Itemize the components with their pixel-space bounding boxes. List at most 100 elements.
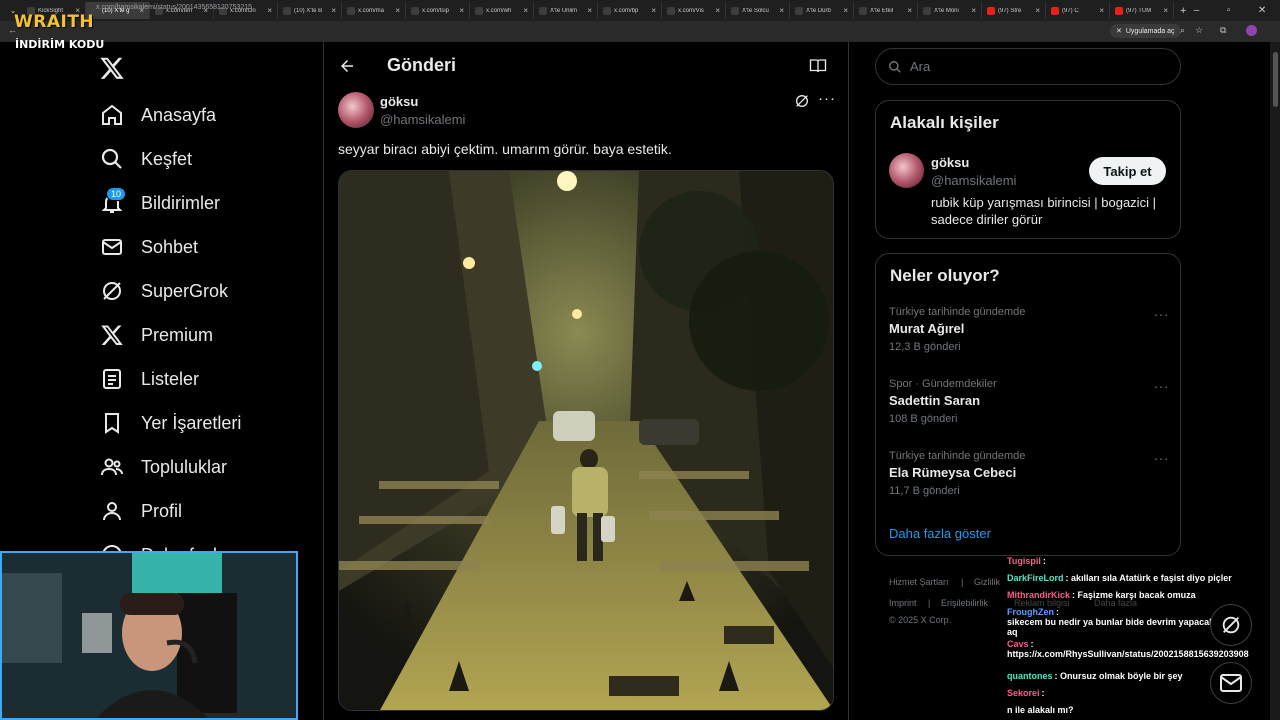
close-window-icon[interactable]: ✕ (1258, 5, 1266, 16)
chat-message: Sekorei: (1007, 688, 1045, 698)
browser-tab[interactable]: X'te Etkil × (854, 2, 918, 19)
trend-item[interactable]: Spor · Gündemdekiler Sadettin Saran 108 … (889, 378, 1169, 425)
chat-username: Sekorei (1007, 688, 1040, 698)
footer-accessibility-link[interactable]: Erişilebilirlik (941, 598, 988, 608)
browser-tab[interactable]: X'te Moni × (918, 2, 982, 19)
footer-privacy-link[interactable]: Gizlilik (974, 577, 1000, 587)
browser-tab[interactable]: x.com/ma × (342, 2, 406, 19)
youtube-icon (1051, 6, 1059, 15)
close-tab-icon[interactable]: × (331, 6, 336, 15)
related-name[interactable]: göksu (931, 155, 969, 170)
grok-icon[interactable] (794, 93, 810, 109)
close-tab-icon[interactable]: × (395, 6, 400, 15)
home-icon (102, 104, 122, 125)
grok-fab[interactable] (1210, 604, 1252, 646)
related-handle[interactable]: @hamsikalemi (931, 173, 1016, 188)
search-input[interactable]: Ara (875, 48, 1181, 85)
list-icon (103, 369, 121, 389)
nav-item-profil[interactable]: Profil (100, 496, 182, 526)
close-tab-icon[interactable]: × (1035, 6, 1040, 15)
nav-item-premium[interactable]: Premium (100, 320, 213, 350)
browser-tab[interactable]: (10) X'te B × (278, 2, 342, 19)
close-tab-icon[interactable]: × (1099, 6, 1104, 15)
restore-icon[interactable]: ▫ (1227, 5, 1231, 16)
author-name[interactable]: göksu (380, 94, 418, 109)
window-controls: – ▫ ✕ (1180, 0, 1280, 21)
chat-message: DarkFireLord: akılları sıla Atatürk e fa… (1007, 573, 1232, 583)
follow-button[interactable]: Takip et (1089, 157, 1166, 185)
scrollbar[interactable] (1270, 42, 1280, 720)
footer-terms-link[interactable]: Hizmet Şartları (889, 577, 949, 587)
person-icon (103, 502, 121, 521)
scrollbar-thumb[interactable] (1273, 52, 1278, 107)
reader-icon[interactable] (809, 58, 827, 74)
nav-item-keşfet[interactable]: Keşfet (100, 144, 192, 174)
browser-tab[interactable]: x.com/Vis × (662, 2, 726, 19)
minimize-icon[interactable]: – (1194, 5, 1200, 16)
trend-count: 108 B gönderi (889, 413, 958, 425)
messages-fab[interactable] (1210, 662, 1252, 704)
open-in-app-button[interactable]: ✕ Uygulamada aç (1110, 24, 1181, 38)
close-tab-icon[interactable]: × (1163, 6, 1168, 15)
more-options-icon[interactable]: ··· (1154, 378, 1170, 394)
more-options-icon[interactable]: ··· (1154, 450, 1170, 466)
chat-text: sikecem bu nedir ya bunlar bide devrim y… (1007, 617, 1226, 637)
chat-text: akılları sıla Atatürk e faşist diyo piçl… (1071, 573, 1232, 583)
open-in-app-label: Uygulamada aç (1125, 27, 1175, 35)
extensions-icon[interactable]: ⧉ (1220, 25, 1226, 36)
profile-avatar[interactable] (1246, 25, 1257, 36)
nav-item-listeler[interactable]: Listeler (100, 364, 199, 394)
browser-tab[interactable]: x.com/bp × (598, 2, 662, 19)
x-logo-icon[interactable] (99, 55, 125, 81)
show-more-link[interactable]: Daha fazla göster (889, 526, 991, 541)
browser-tab[interactable]: (97) C × (1046, 2, 1110, 19)
chat-text: https://x.com/RhysSullivan/status/200215… (1007, 649, 1249, 659)
browser-tab[interactable]: x.com/tsip × (406, 2, 470, 19)
close-tab-icon[interactable]: × (715, 6, 720, 15)
star-icon[interactable]: ☆ (1195, 25, 1203, 36)
nav-item-supergrok[interactable]: SuperGrok (100, 276, 228, 306)
close-tab-icon[interactable]: × (843, 6, 848, 15)
x-icon (667, 6, 675, 15)
close-tab-icon[interactable]: × (779, 6, 784, 15)
tab-label: X'te Solcu (742, 7, 769, 14)
browser-tab[interactable]: (97) TÜM × (1110, 2, 1174, 19)
close-tab-icon[interactable]: × (651, 6, 656, 15)
browser-tab[interactable]: X'te Unlim × (534, 2, 598, 19)
close-tab-icon[interactable]: × (267, 6, 272, 15)
post-photo[interactable] (338, 170, 834, 711)
webcam-overlay (0, 551, 298, 720)
tab-label: x.com/wh (486, 7, 512, 14)
x-icon (731, 6, 739, 15)
close-tab-icon[interactable]: × (971, 6, 976, 15)
footer-imprint-link[interactable]: Imprint (889, 598, 917, 608)
nav-item-sohbet[interactable]: Sohbet (100, 232, 198, 262)
related-avatar[interactable] (889, 153, 924, 188)
close-tab-icon[interactable]: × (459, 6, 464, 15)
close-tab-icon[interactable]: × (587, 6, 592, 15)
trend-name: Sadettin Saran (889, 393, 981, 408)
nav-item-yer-i-şaretleri[interactable]: Yer İşaretleri (100, 408, 241, 438)
tab-label: (97) Stre (998, 7, 1022, 14)
close-tab-icon[interactable]: × (523, 6, 528, 15)
url-field[interactable]: x.com/hamsikalemi/status/200143565812075… (96, 4, 252, 11)
browser-tab[interactable]: (97) Stre × (982, 2, 1046, 19)
trend-item[interactable]: Türkiye tarihinde gündemde Murat Ağırel … (889, 306, 1169, 353)
back-arrow-icon[interactable] (338, 57, 356, 75)
browser-tab[interactable]: x.com/wh × (470, 2, 534, 19)
zoom-icon[interactable]: ⌕ (1180, 25, 1185, 36)
browser-tab[interactable]: X'te Dürb × (790, 2, 854, 19)
author-avatar[interactable] (338, 92, 374, 128)
notification-badge: 10 (106, 187, 126, 201)
nav-item-label: Premium (141, 324, 214, 345)
wraith-logo: WRAITH (14, 12, 95, 32)
author-handle[interactable]: @hamsikalemi (380, 112, 465, 127)
promo-label: İNDİRİM KODU (15, 38, 105, 51)
more-options-icon[interactable]: ··· (818, 90, 836, 107)
nav-item-anasayfa[interactable]: Anasayfa (100, 100, 216, 130)
browser-tab[interactable]: X'te Solcu × (726, 2, 790, 19)
trend-item[interactable]: Türkiye tarihinde gündemde Ela Rümeysa C… (889, 450, 1169, 497)
more-options-icon[interactable]: ··· (1154, 306, 1170, 322)
nav-item-topluluklar[interactable]: Topluluklar (100, 452, 227, 482)
close-tab-icon[interactable]: × (907, 6, 912, 15)
